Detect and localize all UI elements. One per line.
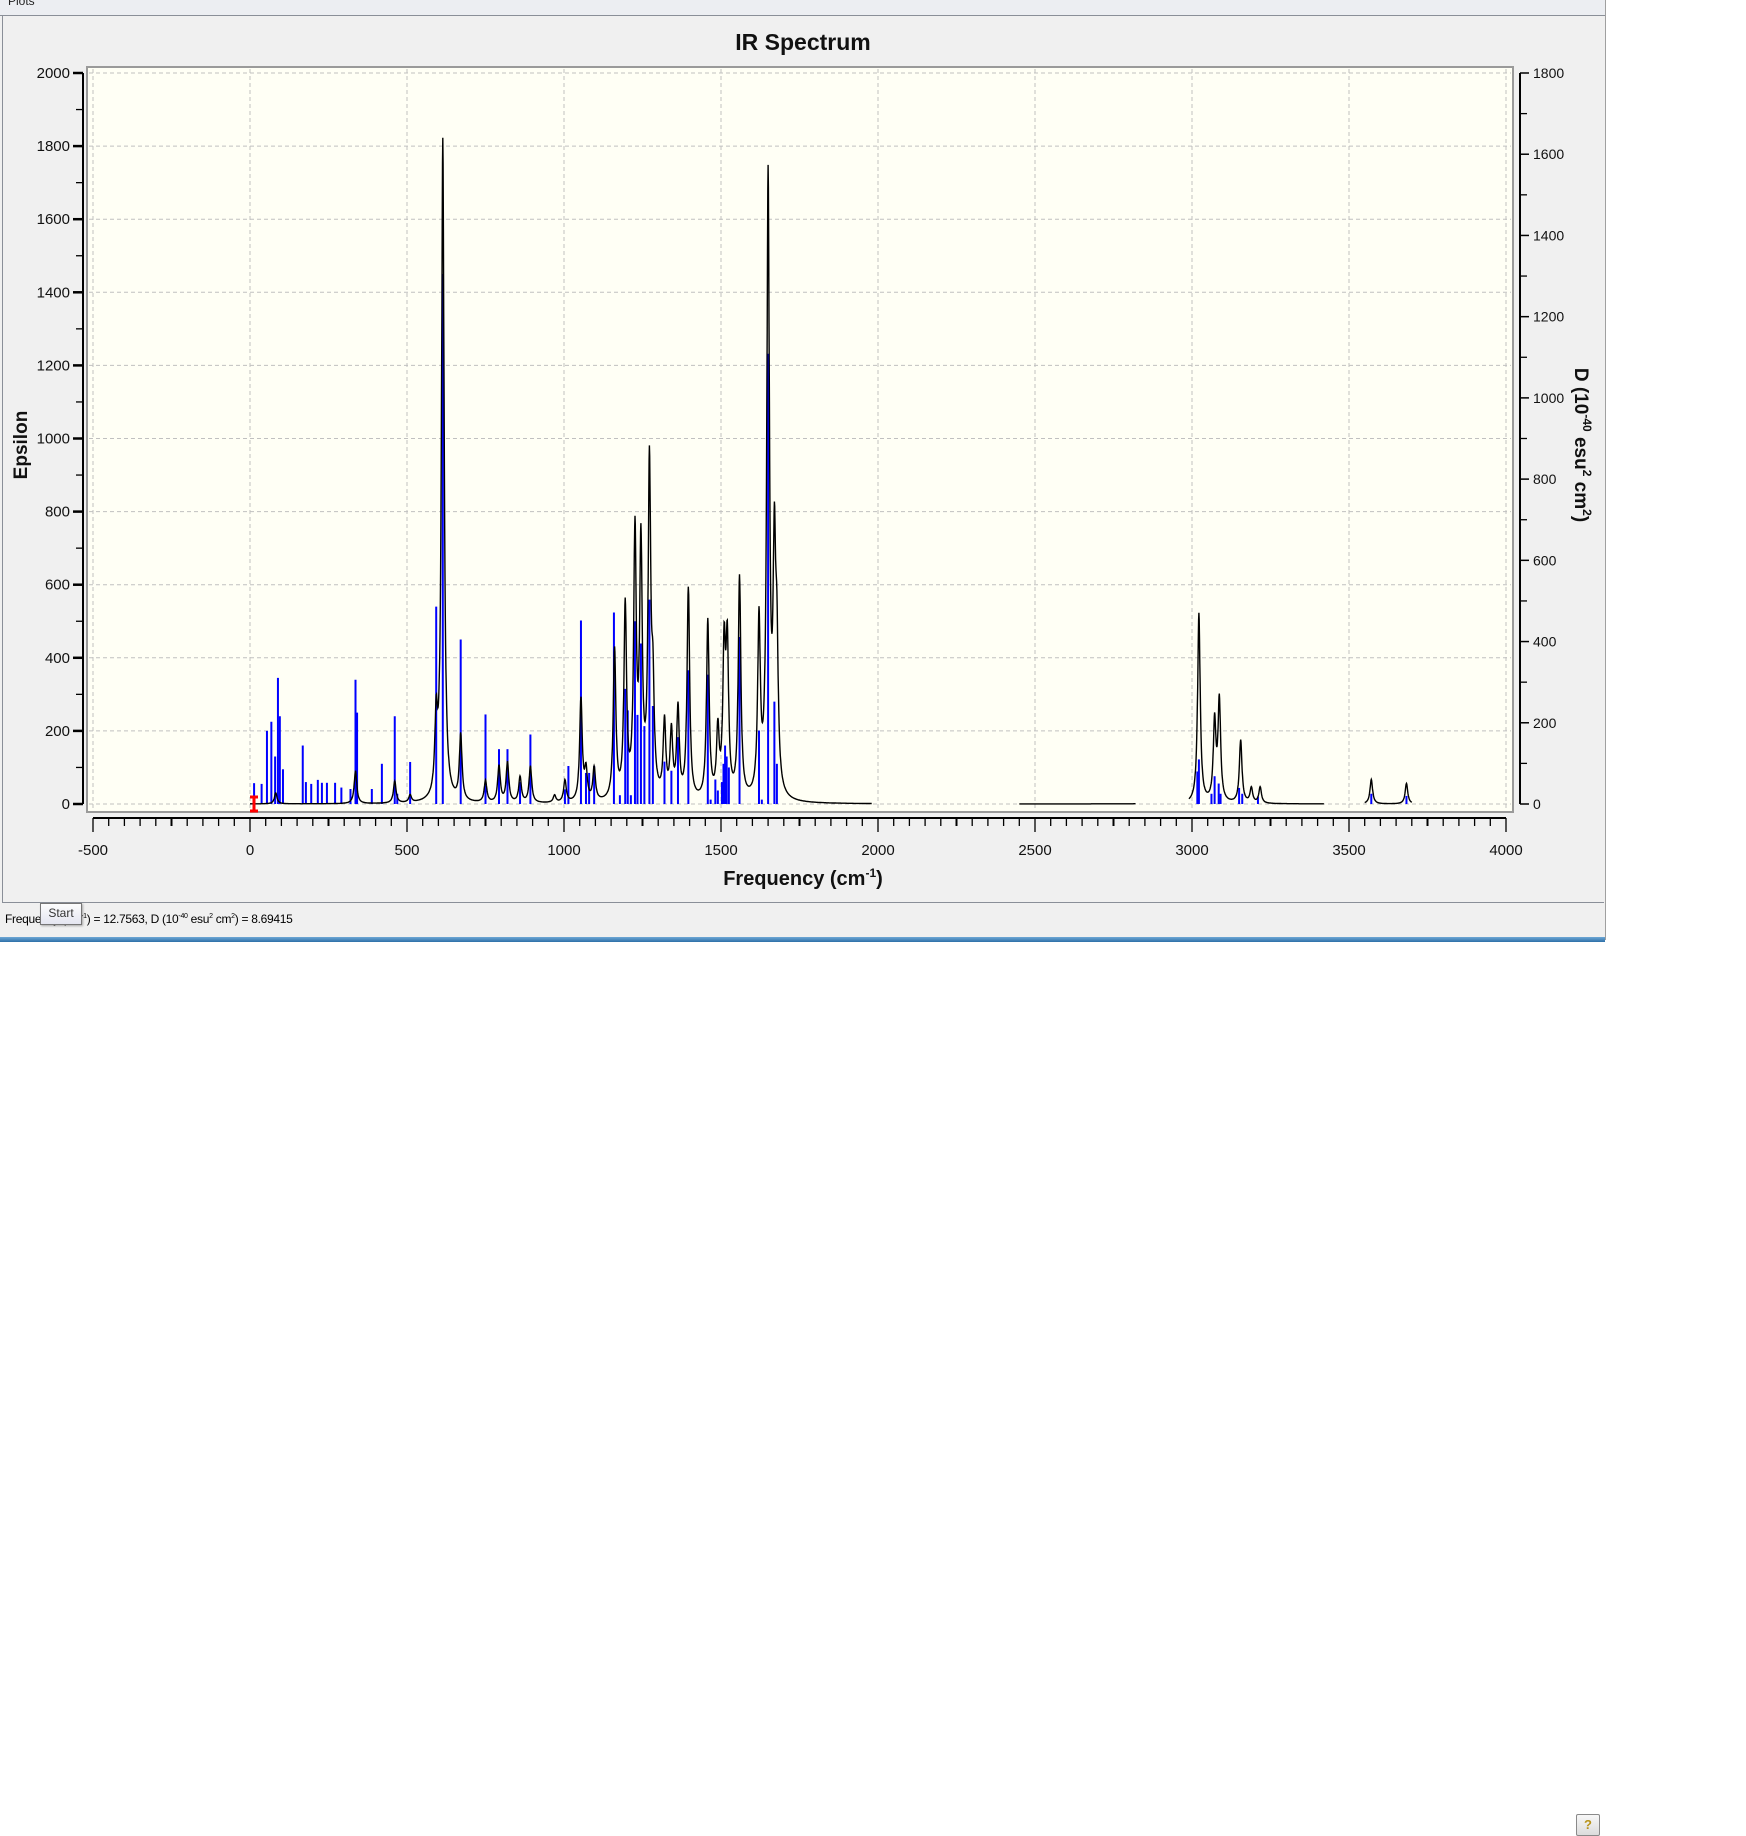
x-axis-label: Frequency (cm-1) (723, 866, 883, 890)
y2-tick-label: 600 (1533, 552, 1557, 568)
status-bar: Frequency (cm-1) = 12.7563, D (10-40 esu… (0, 904, 1605, 937)
y2-tick-label: 1600 (1533, 146, 1564, 162)
y-tick-label: 200 (45, 723, 70, 740)
y2-tick-label: 800 (1533, 471, 1557, 487)
y2-label-part: ) (1570, 516, 1591, 522)
x-axis-label-main: Frequency (cm (723, 868, 865, 890)
y2-tick-label: 1400 (1533, 227, 1564, 243)
y-tick-label: 400 (45, 650, 70, 667)
x-tick-label: 4000 (1489, 842, 1522, 859)
y2-label-part: D (10 (1570, 368, 1591, 414)
y2-tick-label: 1200 (1533, 309, 1564, 325)
y-tick-label: 1400 (37, 284, 70, 301)
y-tick-label: 800 (45, 504, 70, 521)
y2-tick-label: 1000 (1533, 390, 1564, 406)
x-tick-label: 1500 (704, 842, 737, 859)
status-sup: -40 (178, 913, 187, 920)
x-axis-label-end: ) (876, 868, 883, 890)
y2-tick-label: 1800 (1533, 65, 1564, 81)
help-button[interactable]: ? (1576, 1814, 1600, 1836)
x-axis-label-sup: -1 (865, 866, 876, 880)
y-tick-label: 600 (45, 577, 70, 594)
y-axis-label: Epsilon (11, 411, 32, 480)
status-part: cm (213, 912, 231, 926)
status-part: ) = 8.69415 (235, 912, 293, 926)
y2-tick-label: 200 (1533, 715, 1557, 731)
y2-label-part: esu (1570, 432, 1591, 470)
x-tick-label: 1000 (547, 842, 580, 859)
x-tick-label: 500 (394, 842, 419, 859)
taskbar (0, 937, 1605, 942)
y-tick-label: 1600 (37, 211, 70, 228)
x-tick-label: 0 (246, 842, 254, 859)
status-part: ) = 12.7563, D (10 (87, 912, 179, 926)
y2-axis-label: D (10-40 esu2 cm2) (1570, 368, 1594, 522)
chart-title: IR Spectrum (735, 29, 870, 55)
y-tick-label: 1000 (37, 431, 70, 448)
y-tick-label: 1800 (37, 138, 70, 155)
plot-area[interactable] (87, 67, 1513, 812)
y2-tick-label: 400 (1533, 634, 1557, 650)
y-tick-label: 1200 (37, 357, 70, 374)
y2-label-sup: -40 (1580, 414, 1594, 432)
y-tick-label: 2000 (37, 65, 70, 82)
y2-tick-label: 0 (1533, 796, 1541, 812)
x-tick-label: 3000 (1175, 842, 1208, 859)
y2-label-part: cm (1570, 476, 1591, 509)
start-tooltip: Start (40, 903, 82, 925)
help-icon: ? (1584, 1817, 1592, 1832)
x-tick-label: 2500 (1018, 842, 1051, 859)
x-tick-label: 3500 (1332, 842, 1365, 859)
x-tick-label: 2000 (861, 842, 894, 859)
x-tick-label: -500 (78, 842, 108, 859)
status-part: esu (188, 912, 209, 926)
y-tick-label: 0 (62, 796, 70, 813)
